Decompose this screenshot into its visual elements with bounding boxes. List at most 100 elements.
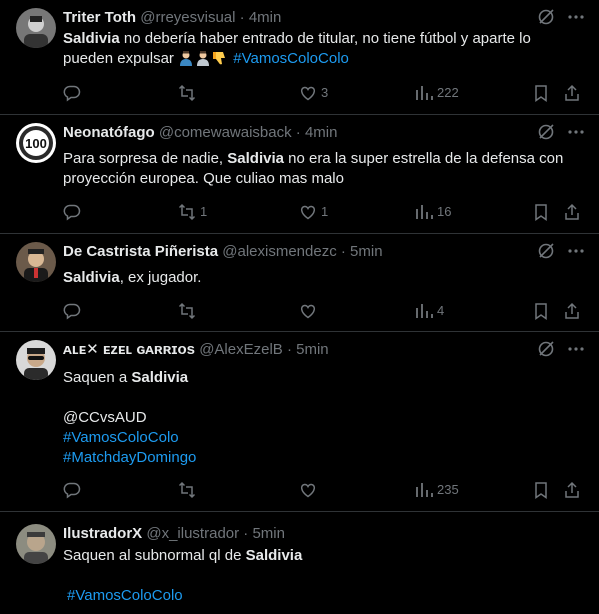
share-button[interactable] — [563, 480, 581, 500]
avatar[interactable] — [16, 524, 56, 564]
more-dots-icon[interactable] — [567, 242, 585, 265]
views-button[interactable]: 4 — [415, 301, 444, 321]
person-shrugging-emoji — [178, 50, 194, 66]
hashtag-link[interactable]: #MatchdayDomingo — [63, 449, 196, 466]
views-button[interactable]: 235 — [415, 480, 459, 500]
handle[interactable]: @AlexEzelB — [199, 341, 283, 358]
bookmark-icon — [532, 481, 550, 499]
tweet-header: Triter Toth @rreyesvisual · 4min — [63, 8, 519, 28]
heart-icon — [299, 302, 317, 320]
reply-icon — [63, 203, 81, 221]
tweet[interactable]: ᴀʟᴇ✕ ᴇᴢᴇʟ ɢᴀʀʀɪᴏs @AlexEzelB · 5min Saqu… — [0, 332, 599, 512]
display-name[interactable]: Triter Toth — [63, 9, 136, 26]
retweet-button[interactable] — [178, 480, 200, 500]
person-shrugging-emoji — [195, 50, 211, 66]
thumbs-down-emoji — [212, 50, 228, 66]
avatar[interactable] — [16, 8, 56, 48]
tweet-text: Saquen al subnormal ql de Saldivia #Vamo… — [63, 546, 583, 606]
separator: · — [286, 341, 292, 358]
reply-button[interactable] — [63, 301, 85, 321]
retweet-button[interactable] — [178, 83, 200, 103]
views-button[interactable]: 222 — [415, 83, 459, 103]
share-button[interactable] — [563, 83, 581, 103]
like-button[interactable] — [299, 301, 321, 321]
share-button[interactable] — [563, 202, 581, 222]
more-dots-icon[interactable] — [567, 123, 585, 146]
like-button[interactable] — [299, 480, 321, 500]
action-bar: 1 1 16 — [63, 202, 585, 222]
hashtag-link[interactable]: #VamosColoColo — [233, 50, 349, 67]
tweet[interactable]: De Castrista Piñerista @alexismendezc · … — [0, 234, 599, 332]
retweet-button[interactable] — [178, 301, 200, 321]
display-name[interactable]: Neonatófago — [63, 124, 155, 141]
bookmark-icon — [532, 84, 550, 102]
tweet[interactable]: 100 Neonatófago @comewawaisback · 4min P… — [0, 115, 599, 234]
handle[interactable]: @comewawaisback — [159, 124, 292, 141]
bookmark-button[interactable] — [532, 202, 550, 222]
views-bars-icon — [415, 302, 433, 320]
display-name[interactable]: ᴀʟᴇ✕ ᴇᴢᴇʟ ɢᴀʀʀɪᴏs — [63, 341, 195, 358]
timestamp[interactable]: 5min — [296, 341, 329, 358]
bookmark-icon — [532, 302, 550, 320]
retweet-button[interactable]: 1 — [178, 202, 207, 222]
timestamp[interactable]: 4min — [249, 9, 282, 26]
avatar[interactable]: 100 — [16, 123, 56, 163]
tweet[interactable]: Triter Toth @rreyesvisual · 4min Saldivi… — [0, 0, 599, 115]
views-bars-icon — [415, 203, 433, 221]
retweet-icon — [178, 481, 196, 499]
text-run: pueden expulsar — [63, 50, 179, 67]
heart-icon — [299, 481, 317, 499]
views-button[interactable]: 16 — [415, 202, 451, 222]
text-run: no debería haber entrado de titular, no … — [119, 30, 531, 47]
grok-slash-icon[interactable] — [537, 8, 555, 31]
separator: · — [295, 124, 301, 141]
action-bar: 3 222 — [63, 83, 585, 103]
bookmark-icon — [532, 203, 550, 221]
reply-icon — [63, 481, 81, 499]
reply-button[interactable] — [63, 83, 85, 103]
share-button[interactable] — [563, 301, 581, 321]
handle[interactable]: @x_ilustrador — [146, 525, 239, 542]
hashtag-link[interactable]: #VamosColoColo — [63, 429, 179, 446]
views-count: 235 — [437, 482, 459, 497]
more-dots-icon[interactable] — [567, 8, 585, 31]
share-icon — [563, 302, 581, 320]
separator: · — [340, 243, 346, 260]
reply-button[interactable] — [63, 202, 85, 222]
grok-slash-icon[interactable] — [537, 340, 555, 363]
more-dots-icon[interactable] — [567, 340, 585, 363]
retweet-icon — [178, 84, 196, 102]
timestamp[interactable]: 5min — [350, 243, 383, 260]
tweet-header: De Castrista Piñerista @alexismendezc · … — [63, 242, 519, 262]
tweet-text: Saldivia no debería haber entrado de tit… — [63, 29, 583, 69]
hashtag-link[interactable]: #VamosColoColo — [67, 587, 183, 604]
grok-slash-icon[interactable] — [537, 242, 555, 265]
bookmark-button[interactable] — [532, 480, 550, 500]
retweet-count: 1 — [200, 204, 208, 219]
timestamp[interactable]: 4min — [305, 124, 338, 141]
handle[interactable]: @rreyesvisual — [140, 9, 235, 26]
mention-bold: Saldivia — [63, 30, 120, 47]
text-run: proyección europea. Que culiao mas malo — [63, 170, 344, 187]
mention-text: @CCvsAUD — [63, 409, 147, 426]
avatar[interactable] — [16, 242, 56, 282]
views-count: 222 — [437, 85, 459, 100]
bookmark-button[interactable] — [532, 301, 550, 321]
views-count: 16 — [437, 204, 452, 219]
separator: · — [239, 9, 245, 26]
like-button[interactable]: 3 — [299, 83, 328, 103]
avatar[interactable] — [16, 340, 56, 380]
handle[interactable]: @alexismendezc — [222, 243, 336, 260]
tweet-text: Saldivia, ex jugador. — [63, 268, 583, 288]
bookmark-button[interactable] — [532, 83, 550, 103]
reply-button[interactable] — [63, 480, 85, 500]
display-name[interactable]: De Castrista Piñerista — [63, 243, 218, 260]
views-bars-icon — [415, 84, 433, 102]
svg-text:100: 100 — [25, 136, 47, 151]
grok-slash-icon[interactable] — [537, 123, 555, 146]
like-button[interactable]: 1 — [299, 202, 328, 222]
display-name[interactable]: IlustradorX — [63, 525, 142, 542]
timestamp[interactable]: 5min — [252, 525, 285, 542]
mention-bold: Saldivia — [63, 269, 120, 286]
tweet[interactable]: IlustradorX @x_ilustrador · 5min Saquen … — [0, 512, 599, 614]
